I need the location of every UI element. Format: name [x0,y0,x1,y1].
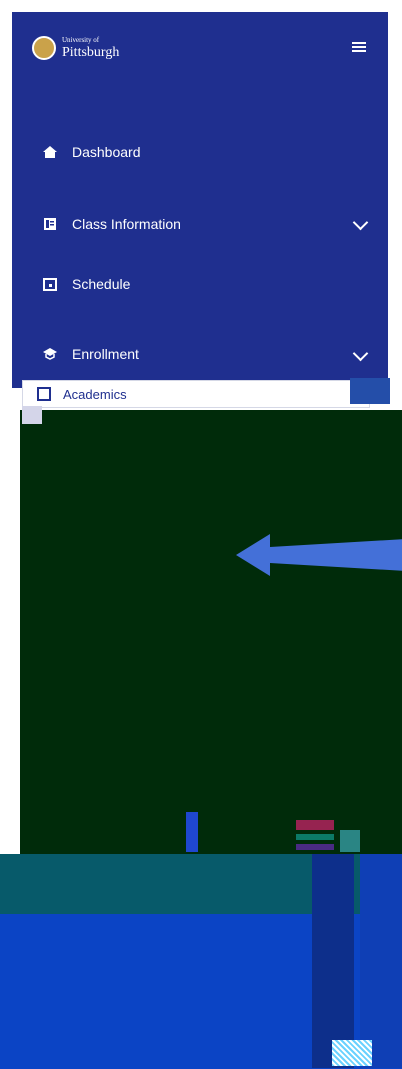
menu-toggle-button[interactable] [352,42,366,52]
chevron-down-icon[interactable] [352,214,369,231]
home-icon [42,144,58,160]
brand-text: University of Pittsburgh [62,35,120,60]
sidebar-item-label: Enrollment [72,346,139,362]
artifact-block [296,820,334,830]
sidebar-item-label: Class Information [72,216,181,232]
hamburger-line [352,46,366,48]
content-panel [20,410,402,854]
book-icon [42,216,58,232]
bottom-right-panel [360,854,402,1068]
artifact-block [350,378,390,404]
brand: University of Pittsburgh [32,36,119,60]
artifact-block [296,834,334,840]
chevron-down-icon[interactable] [352,345,369,362]
sidebar-item-class-information[interactable]: Class Information [42,206,181,242]
sidebar: University of Pittsburgh Dashboard Class… [12,12,388,388]
sidebar-item-schedule[interactable]: Schedule [42,266,130,302]
artifact-block [340,830,360,852]
university-seal-icon [32,36,56,60]
bottom-ribbon [312,854,354,1068]
calendar-icon [42,276,58,292]
sidebar-item-academics[interactable]: Academics [22,380,370,408]
checker-pattern [332,1040,372,1066]
sidebar-item-enrollment[interactable]: Enrollment [42,336,139,372]
sidebar-item-label: Schedule [72,276,131,292]
artifact-block [186,812,198,852]
brand-small: University of [62,35,100,44]
artifact-block [296,844,334,850]
graduation-cap-icon [42,346,58,362]
brand-name: Pittsburgh [62,44,120,60]
sidebar-item-label: Dashboard [72,144,141,160]
hamburger-line [352,42,366,44]
left-arrow-icon [236,530,402,580]
document-icon [37,387,51,401]
hamburger-line [352,50,366,52]
artifact-block [22,406,42,424]
sidebar-item-label: Academics [63,386,127,402]
sidebar-item-dashboard[interactable]: Dashboard [42,134,141,170]
